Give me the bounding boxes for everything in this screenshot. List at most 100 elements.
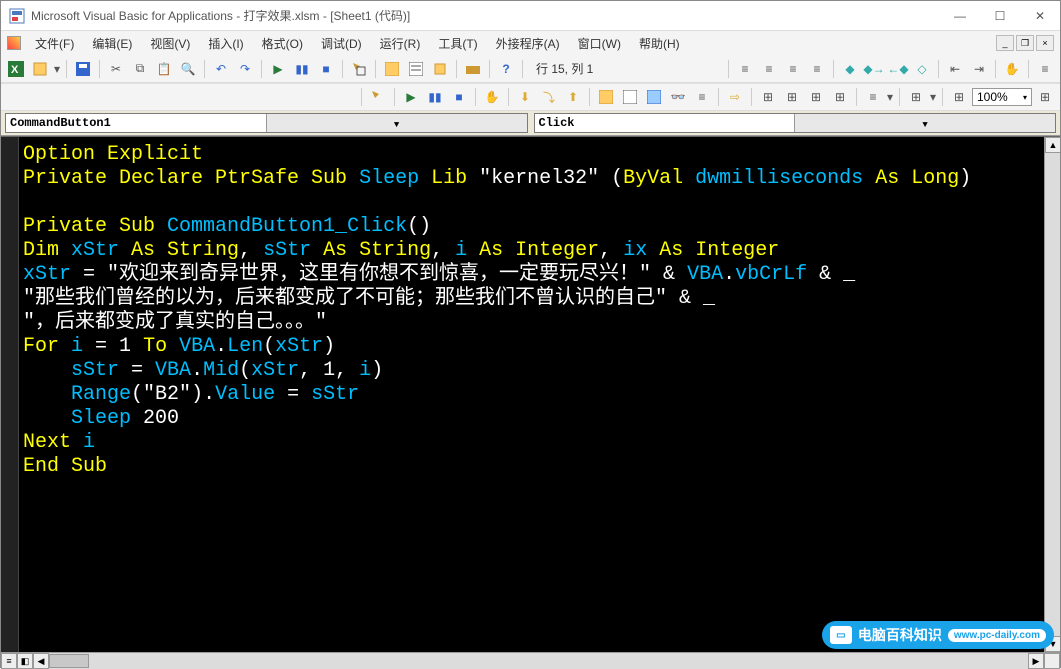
bookmark-icon[interactable]: ◆ [839, 58, 861, 80]
break-icon[interactable]: ▮▮ [291, 58, 313, 80]
a8-icon[interactable]: ⊞ [1034, 86, 1056, 108]
prev-bookmark-icon[interactable]: ←◆ [887, 58, 909, 80]
menu-debug[interactable]: 调试(D) [313, 33, 370, 54]
properties-icon[interactable] [405, 58, 427, 80]
watermark-url: www.pc-daily.com [948, 629, 1046, 642]
menu-run[interactable]: 运行(R) [372, 33, 429, 54]
a5-drop-icon[interactable]: ▾ [886, 86, 894, 108]
menu-edit[interactable]: 编辑(E) [84, 33, 140, 54]
window-controls: — ☐ ✕ [948, 9, 1052, 23]
scroll-track[interactable] [49, 653, 1028, 669]
run2-icon[interactable]: ▶ [400, 86, 422, 108]
project-explorer-icon[interactable] [381, 58, 403, 80]
mdi-controls: _ ❐ × [996, 35, 1054, 51]
a7-icon[interactable]: ⊞ [948, 86, 970, 108]
run-icon[interactable]: ▶ [267, 58, 289, 80]
a2-icon[interactable]: ⊞ [781, 86, 803, 108]
watch-icon[interactable] [643, 86, 665, 108]
step-over-icon[interactable]: ⤵ [538, 86, 560, 108]
cursor-position-status: 行 15, 列 1 [528, 60, 601, 77]
full-view-icon[interactable]: ≡ [1, 653, 17, 669]
corner-grip [1044, 653, 1060, 669]
margin-indicator [1, 137, 19, 652]
minimize-button[interactable]: — [948, 9, 972, 23]
step-out-icon[interactable]: ⬆ [562, 86, 584, 108]
menu-window[interactable]: 窗口(W) [570, 33, 629, 54]
menu-insert[interactable]: 插入(I) [200, 33, 251, 54]
uncomment-icon[interactable]: ≡ [806, 58, 828, 80]
scroll-up-icon[interactable]: ▲ [1045, 137, 1060, 153]
step-into-icon[interactable]: ⬇ [514, 86, 536, 108]
a6-drop-icon[interactable]: ▾ [929, 86, 937, 108]
show-next-icon[interactable]: ⇨ [724, 86, 746, 108]
code-editor[interactable]: ▲ ▼ Option Explicit Private Declare PtrS… [1, 136, 1060, 652]
indent-icon[interactable]: ⇥ [968, 58, 990, 80]
procedure-dropdown[interactable]: Click ▼ [534, 113, 1057, 133]
outdent-icon[interactable]: ⇤ [944, 58, 966, 80]
vertical-scrollbar[interactable]: ▲ ▼ [1044, 137, 1060, 652]
zoom-value: 100% [977, 90, 1008, 104]
chevron-down-icon[interactable]: ▼ [266, 114, 527, 132]
mdi-restore[interactable]: ❐ [1016, 35, 1034, 51]
zoom-input[interactable]: 100% ▾ [972, 88, 1032, 106]
close-button[interactable]: ✕ [1028, 9, 1052, 23]
list-properties-icon[interactable]: ≡ [1034, 58, 1056, 80]
break2-icon[interactable]: ▮▮ [424, 86, 446, 108]
maximize-button[interactable]: ☐ [988, 9, 1012, 23]
find-icon[interactable]: 🔍 [177, 58, 199, 80]
clear-bookmarks-icon[interactable]: ◇ [911, 58, 933, 80]
proc-view-icon[interactable]: ◧ [17, 653, 33, 669]
design-icon[interactable] [367, 86, 389, 108]
reset-icon[interactable]: ■ [315, 58, 337, 80]
undo-icon[interactable]: ↶ [210, 58, 232, 80]
immediate-icon[interactable] [619, 86, 641, 108]
svg-text:X: X [11, 64, 19, 76]
reset2-icon[interactable]: ■ [448, 86, 470, 108]
window-title: Microsoft Visual Basic for Applications … [31, 7, 948, 24]
comment-icon[interactable]: ≡ [782, 58, 804, 80]
a6-icon[interactable]: ⊞ [905, 86, 927, 108]
a5-icon[interactable]: ≡ [862, 86, 884, 108]
scroll-left-icon[interactable]: ◀ [33, 653, 49, 669]
menu-view[interactable]: 视图(V) [142, 33, 198, 54]
a1-icon[interactable]: ⊞ [757, 86, 779, 108]
zoom-drop-icon[interactable]: ▾ [1023, 93, 1027, 102]
vba-icon[interactable] [7, 36, 21, 50]
design-mode-icon[interactable] [348, 58, 370, 80]
indent-right-icon[interactable]: ≡ [758, 58, 780, 80]
locals-icon[interactable] [595, 86, 617, 108]
menu-file[interactable]: 文件(F) [27, 33, 82, 54]
mdi-minimize[interactable]: _ [996, 35, 1014, 51]
menu-tools[interactable]: 工具(T) [430, 33, 485, 54]
object-dropdown[interactable]: CommandButton1 ▼ [5, 113, 528, 133]
a3-icon[interactable]: ⊞ [805, 86, 827, 108]
breakpoint-icon[interactable]: ✋ [1001, 58, 1023, 80]
callstack-icon[interactable]: ≡ [691, 86, 713, 108]
paste-icon[interactable]: 📋 [153, 58, 175, 80]
insert-item-icon[interactable] [29, 58, 51, 80]
object-browser-icon[interactable] [429, 58, 451, 80]
quickwatch-icon[interactable]: 👓 [667, 86, 689, 108]
horizontal-scrollbar[interactable]: ≡ ◧ ◀ ▶ [1, 652, 1060, 669]
menu-format[interactable]: 格式(O) [254, 33, 311, 54]
chevron-down-icon[interactable]: ▼ [794, 114, 1055, 132]
code-text[interactable]: Option Explicit Private Declare PtrSafe … [19, 137, 1060, 485]
menu-addins[interactable]: 外接程序(A) [488, 33, 568, 54]
toolbox-icon[interactable] [462, 58, 484, 80]
toolbar-debug: ▶ ▮▮ ■ ✋ ⬇ ⤵ ⬆ 👓 ≡ ⇨ ⊞ ⊞ ⊞ ⊞ ≡ ▾ ⊞ ▾ ⊞ 1… [1, 83, 1060, 111]
copy-icon[interactable]: ⧉ [129, 58, 151, 80]
a4-icon[interactable]: ⊞ [829, 86, 851, 108]
mdi-close[interactable]: × [1036, 35, 1054, 51]
save-icon[interactable] [72, 58, 94, 80]
toggle-breakpoint-icon[interactable]: ✋ [481, 86, 503, 108]
scroll-right-icon[interactable]: ▶ [1028, 653, 1044, 669]
scroll-thumb[interactable] [49, 654, 89, 668]
indent-left-icon[interactable]: ≡ [734, 58, 756, 80]
dropdown-icon[interactable]: ▾ [53, 58, 61, 80]
redo-icon[interactable]: ↷ [234, 58, 256, 80]
menu-help[interactable]: 帮助(H) [631, 33, 688, 54]
view-excel-icon[interactable]: X [5, 58, 27, 80]
help-icon[interactable]: ? [495, 58, 517, 80]
cut-icon[interactable]: ✂ [105, 58, 127, 80]
next-bookmark-icon[interactable]: ◆→ [863, 58, 885, 80]
